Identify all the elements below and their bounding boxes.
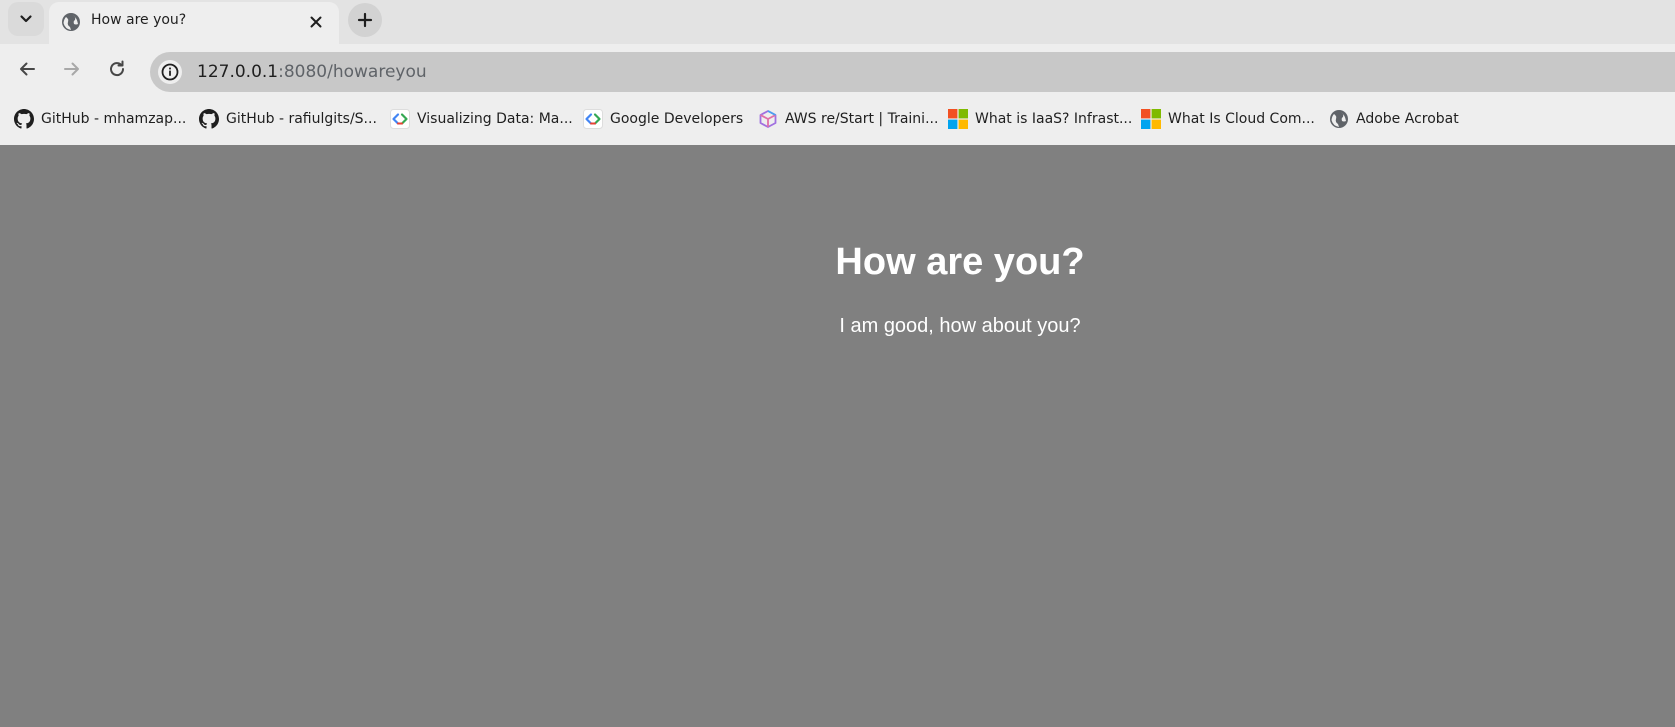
close-icon <box>310 16 322 28</box>
bookmark-label: GitHub - rafiulgits/S... <box>226 111 377 127</box>
tab-search-button[interactable] <box>8 2 44 36</box>
bookmark-item[interactable]: AWS re/Start | Traini... <box>758 108 938 130</box>
new-tab-button[interactable] <box>348 3 382 37</box>
info-icon <box>161 63 179 81</box>
globe-icon <box>62 13 80 31</box>
code-brackets-icon <box>583 109 603 129</box>
browser-toolbar: 127.0.0.1:8080/howareyou <box>0 44 1675 94</box>
bookmark-item[interactable]: Google Developers <box>583 108 743 130</box>
bookmark-label: Google Developers <box>610 111 744 127</box>
arrow-left-icon <box>20 62 35 76</box>
active-tab[interactable]: How are you? <box>49 2 339 44</box>
site-info-button[interactable] <box>158 60 182 84</box>
bookmarks-bar: GitHub - mhamzap... GitHub - rafiulgits/… <box>0 94 1675 145</box>
page-paragraph: I am good, how about you? <box>839 315 1081 337</box>
tab-strip: How are you? <box>0 0 1675 44</box>
bookmark-item[interactable]: What Is Cloud Com... <box>1141 108 1315 130</box>
bookmark-item[interactable]: GitHub - rafiulgits/S... <box>199 108 377 130</box>
bookmark-item[interactable]: Adobe Acrobat <box>1329 108 1459 130</box>
plus-icon <box>357 12 373 28</box>
bookmark-label: Visualizing Data: Ma... <box>417 111 573 127</box>
back-button[interactable] <box>11 53 43 85</box>
chevron-down-icon <box>20 15 32 23</box>
github-icon <box>14 109 34 129</box>
bookmark-item[interactable]: Visualizing Data: Ma... <box>390 108 573 130</box>
bookmark-item[interactable]: What is IaaS? Infrast... <box>948 108 1132 130</box>
bookmark-label: What Is Cloud Com... <box>1168 111 1315 127</box>
code-brackets-icon <box>390 109 410 129</box>
url-text: 127.0.0.1:8080/howareyou <box>197 62 427 82</box>
reload-button[interactable] <box>101 53 133 85</box>
bookmark-label: Adobe Acrobat <box>1356 111 1459 127</box>
forward-button[interactable] <box>56 53 88 85</box>
arrow-right-icon <box>64 62 79 76</box>
microsoft-logo-icon <box>1141 109 1161 129</box>
github-icon <box>199 109 219 129</box>
bookmark-label: AWS re/Start | Traini... <box>785 111 939 127</box>
bookmark-label: GitHub - mhamzap... <box>41 111 187 127</box>
url-path: :8080/howareyou <box>278 62 427 82</box>
microsoft-logo-icon <box>948 109 968 129</box>
reload-icon <box>110 60 125 77</box>
tab-title: How are you? <box>91 12 187 28</box>
url-host: 127.0.0.1 <box>197 62 279 82</box>
close-tab-button[interactable] <box>305 11 327 33</box>
page-viewport: How are you? I am good, how about you? <box>0 145 1675 727</box>
page-heading: How are you? <box>835 241 1085 283</box>
address-bar[interactable]: 127.0.0.1:8080/howareyou <box>150 52 1675 92</box>
bookmark-item[interactable]: GitHub - mhamzap... <box>14 108 186 130</box>
globe-icon <box>1329 109 1349 129</box>
bookmark-label: What is IaaS? Infrast... <box>975 111 1133 127</box>
cube-icon <box>758 109 778 129</box>
